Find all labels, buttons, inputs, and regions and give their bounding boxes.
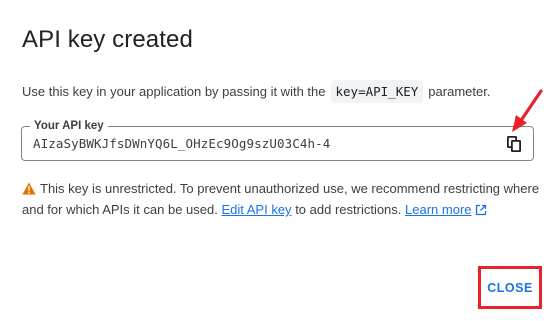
warning-text-after: to add restrictions. bbox=[295, 202, 402, 217]
copy-button[interactable] bbox=[505, 135, 523, 153]
close-button[interactable]: CLOSE bbox=[483, 271, 537, 304]
api-key-field-label: Your API key bbox=[30, 118, 108, 134]
dialog-description: Use this key in your application by pass… bbox=[22, 80, 490, 103]
learn-more-label: Learn more bbox=[405, 202, 472, 217]
description-code: key=API_KEY bbox=[330, 80, 424, 103]
api-key-dialog: API key created Use this key in your app… bbox=[0, 0, 557, 321]
api-key-field[interactable]: Your API key AIzaSyBWKJfsDWnYQ6L_OHzEc9O… bbox=[21, 118, 534, 161]
open-in-new-icon bbox=[475, 204, 486, 216]
learn-more-link[interactable]: Learn more bbox=[405, 202, 486, 217]
dialog-title: API key created bbox=[22, 26, 193, 53]
description-prefix: Use this key in your application by pass… bbox=[22, 84, 326, 99]
annotation-arrow-icon bbox=[512, 89, 543, 132]
unrestricted-warning: This key is unrestricted. To prevent una… bbox=[22, 178, 542, 220]
warning-icon bbox=[22, 182, 36, 195]
copy-icon bbox=[507, 136, 521, 152]
description-suffix: parameter. bbox=[428, 84, 491, 99]
edit-api-key-link[interactable]: Edit API key bbox=[221, 202, 291, 217]
api-key-value[interactable]: AIzaSyBWKJfsDWnYQ6L_OHzEc9Og9szU03C4h-4 bbox=[33, 136, 330, 151]
